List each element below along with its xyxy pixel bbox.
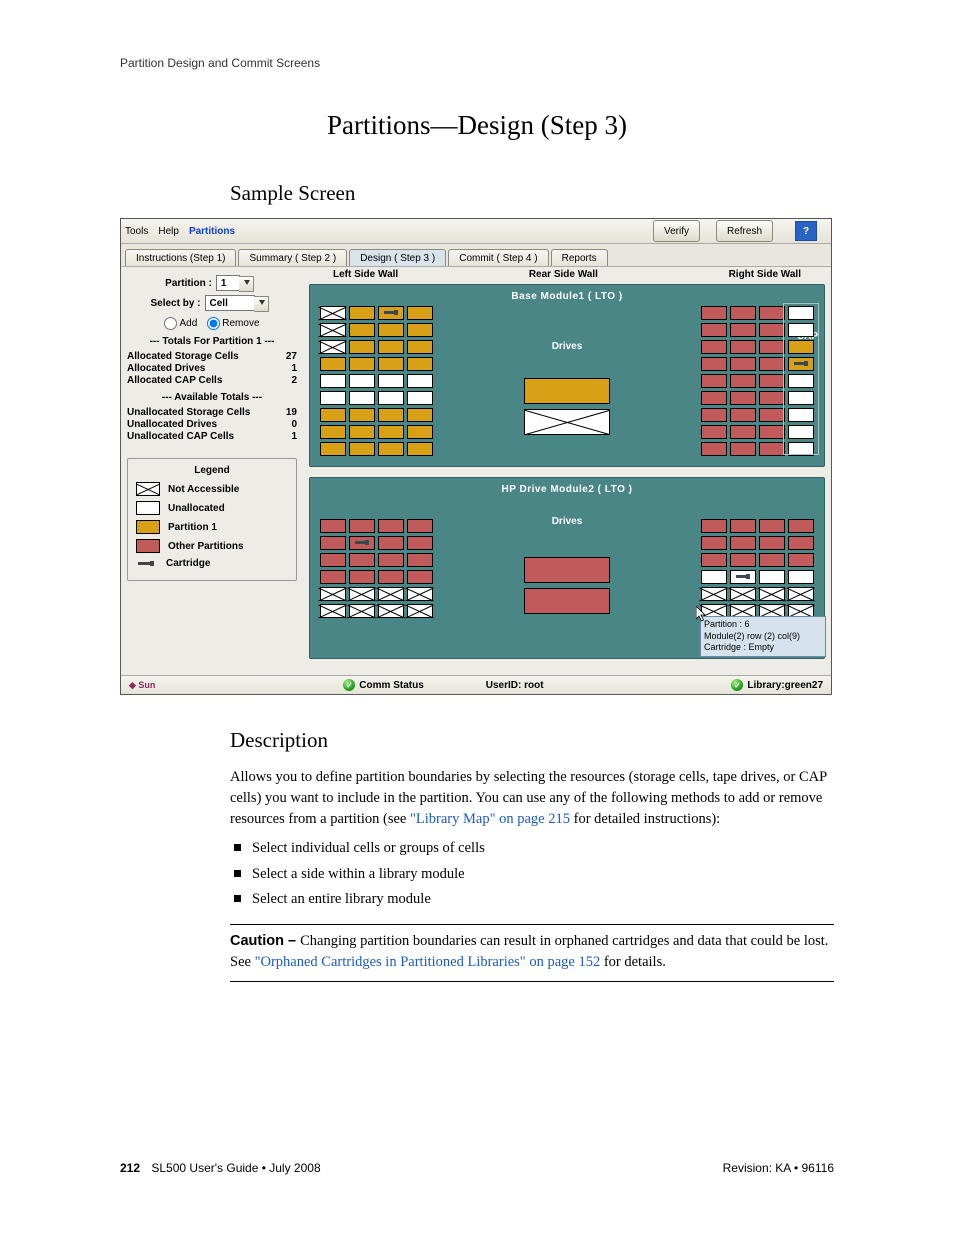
alloc-cap-label: Allocated CAP Cells — [127, 375, 222, 386]
footer-right-text: Revision: KA • 96116 — [723, 1161, 834, 1175]
page-title: Partitions—Design (Step 3) — [120, 110, 834, 141]
legend-other-icon — [136, 539, 160, 553]
menu-bar: Tools Help Partitions Verify Refresh ? — [121, 219, 831, 244]
radio-add[interactable]: Add — [164, 317, 197, 330]
design-canvas: Left Side Wall Rear Side Wall Right Side… — [303, 267, 831, 675]
tooltip-line3: Cartridge : Empty — [704, 642, 822, 654]
caution-rule-bottom — [230, 981, 834, 982]
legend-p1-label: Partition 1 — [168, 522, 217, 533]
partition-label: Partition : — [165, 278, 212, 289]
comm-status-label: Comm Status — [359, 680, 423, 691]
module1-title: Base Module1 ( LTO ) — [320, 291, 814, 302]
legend: Legend Not Accessible Unallocated Partit… — [127, 458, 297, 581]
alloc-storage-label: Allocated Storage Cells — [127, 351, 239, 362]
alloc-drives-val: 1 — [291, 363, 297, 374]
caution-text: Caution – Changing partition boundaries … — [230, 931, 834, 973]
module-base1[interactable]: Base Module1 ( LTO ) Drives CAP — [309, 284, 825, 467]
link-library-map[interactable]: "Library Map" on page 215 — [410, 811, 570, 827]
unalloc-cap-label: Unallocated CAP Cells — [127, 431, 234, 442]
selectby-select[interactable]: Cell — [205, 295, 255, 311]
legend-unalloc-label: Unallocated — [168, 503, 225, 514]
selectby-value: Cell — [210, 298, 228, 309]
module2-title: HP Drive Module2 ( LTO ) — [320, 484, 814, 495]
unalloc-storage-label: Unallocated Storage Cells — [127, 407, 250, 418]
heading-description: Description — [230, 725, 834, 755]
module1-drives[interactable] — [524, 378, 610, 435]
legend-p1-icon — [136, 520, 160, 534]
cursor-icon — [696, 606, 708, 622]
selectby-label: Select by : — [150, 298, 200, 309]
app-screenshot: Tools Help Partitions Verify Refresh ? I… — [120, 218, 832, 695]
page-footer: 212 SL500 User's Guide • July 2008 Revis… — [120, 1161, 834, 1175]
module1-left-grid[interactable] — [320, 306, 433, 456]
tab-summary[interactable]: Summary ( Step 2 ) — [238, 249, 347, 266]
totals-partition-header: --- Totals For Partition 1 --- — [127, 336, 297, 347]
legend-title: Legend — [136, 465, 288, 476]
page-number: 212 — [120, 1161, 140, 1175]
unalloc-storage-val: 19 — [286, 407, 297, 418]
tooltip-line1: Partition : 6 — [704, 619, 822, 631]
unalloc-drives-label: Unallocated Drives — [127, 419, 217, 430]
cell-tooltip: Partition : 6 Module(2) row (2) col(9) C… — [700, 616, 826, 657]
tab-instructions[interactable]: Instructions (Step 1) — [125, 249, 236, 266]
tab-design[interactable]: Design ( Step 3 ) — [349, 249, 446, 266]
legend-na-icon — [136, 482, 160, 496]
tooltip-line2: Module(2) row (2) col(9) — [704, 631, 822, 643]
alloc-cap-val: 2 — [291, 375, 297, 386]
module1-drives-label: Drives — [552, 341, 583, 352]
sun-logo: ◆ Sun — [129, 680, 155, 691]
module2-drives-label: Drives — [552, 516, 583, 527]
refresh-button[interactable]: Refresh — [716, 220, 773, 242]
left-wall-label: Left Side Wall — [333, 269, 398, 280]
help-button[interactable]: ? — [795, 221, 817, 241]
legend-na-label: Not Accessible — [168, 484, 239, 495]
legend-other-label: Other Partitions — [168, 541, 244, 552]
menu-help[interactable]: Help — [158, 226, 179, 237]
unalloc-drives-val: 0 — [291, 419, 297, 430]
menu-tools[interactable]: Tools — [125, 226, 148, 237]
alloc-storage-val: 27 — [286, 351, 297, 362]
footer-left-text: SL500 User's Guide • July 2008 — [151, 1161, 320, 1175]
library-status-icon: ✓ — [731, 679, 743, 691]
description-paragraph: Allows you to define partition boundarie… — [230, 767, 834, 830]
legend-cart-icon — [136, 560, 158, 568]
caution-rule-top — [230, 924, 834, 925]
tab-bar: Instructions (Step 1) Summary ( Step 2 )… — [121, 244, 831, 267]
legend-cart-label: Cartridge — [166, 558, 210, 569]
bullet-3: Select an entire library module — [234, 889, 834, 910]
rear-wall-label: Rear Side Wall — [529, 269, 598, 280]
module2-right-grid[interactable] — [701, 519, 814, 618]
available-header: --- Available Totals --- — [127, 392, 297, 403]
userid-label: UserID: root — [486, 680, 544, 691]
module1-right-grid[interactable] — [701, 306, 814, 456]
partition-value: 1 — [221, 278, 227, 289]
radio-remove[interactable]: Remove — [207, 317, 259, 330]
link-orphaned-cartridges[interactable]: "Orphaned Cartridges in Partitioned Libr… — [255, 954, 601, 970]
tab-commit[interactable]: Commit ( Step 4 ) — [448, 249, 548, 266]
bullet-1: Select individual cells or groups of cel… — [234, 838, 834, 859]
running-head: Partition Design and Commit Screens — [120, 56, 834, 70]
bullet-2: Select a side within a library module — [234, 864, 834, 885]
tab-reports[interactable]: Reports — [551, 249, 608, 266]
library-label: Library:green27 — [747, 680, 823, 691]
menu-partitions[interactable]: Partitions — [189, 226, 235, 237]
right-wall-label: Right Side Wall — [729, 269, 801, 280]
legend-unalloc-icon — [136, 501, 160, 515]
comm-status-icon: ✓ — [343, 679, 355, 691]
side-panel: Partition : 1 Select by : Cell — [121, 267, 303, 675]
description-bullets: Select individual cells or groups of cel… — [234, 838, 834, 909]
unalloc-cap-val: 1 — [291, 431, 297, 442]
module-hp2[interactable]: HP Drive Module2 ( LTO ) Drives — [309, 477, 825, 659]
module2-left-grid[interactable] — [320, 519, 433, 618]
heading-sample-screen: Sample Screen — [230, 181, 834, 206]
module2-drives[interactable] — [524, 557, 610, 614]
partition-select[interactable]: 1 — [216, 275, 240, 291]
alloc-drives-label: Allocated Drives — [127, 363, 205, 374]
verify-button[interactable]: Verify — [653, 220, 700, 242]
status-bar: ◆ Sun ✓ Comm Status UserID: root ✓ Library… — [121, 675, 831, 694]
